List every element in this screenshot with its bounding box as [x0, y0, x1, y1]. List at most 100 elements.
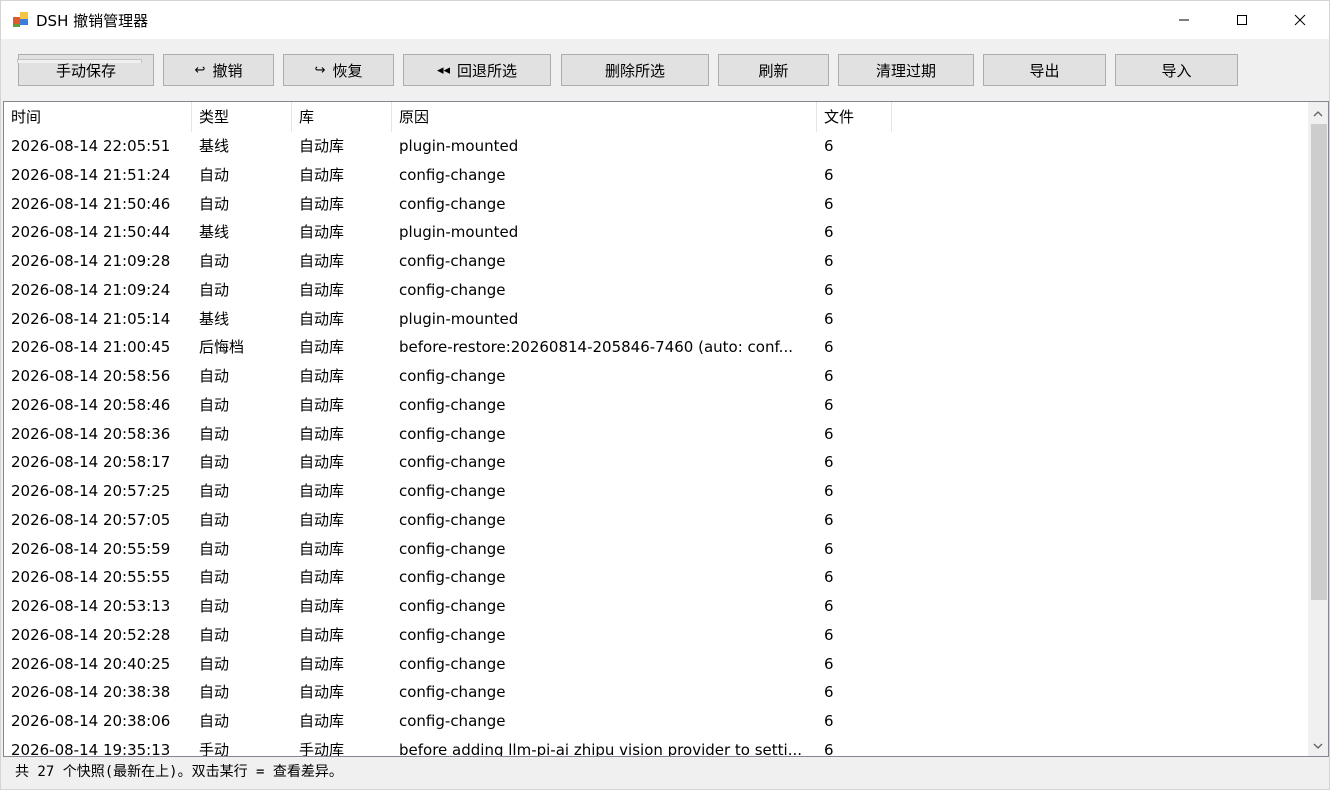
cell-time: 2026-08-14 22:05:51 — [11, 137, 171, 155]
cell-files: 6 — [824, 510, 834, 529]
cell-time: 2026-08-14 21:05:14 — [11, 309, 171, 328]
cell-type: 自动 — [199, 367, 230, 385]
cell-type: 自动 — [199, 194, 230, 213]
table-row[interactable]: 2026-08-14 20:57:25 自动 自动库 config-change 6 — [4, 477, 1308, 506]
delete-selected-button[interactable]: 删除所选 — [561, 54, 709, 86]
rewind-icon: ◂◂ — [436, 62, 451, 78]
cell-reason: config-change — [399, 252, 506, 270]
table-row[interactable]: 2026-08-14 19:35:13 手动 手动库 before adding ll… — [4, 736, 1308, 757]
cell-files: 6 — [824, 309, 834, 328]
table-row[interactable]: 2026-08-14 21:09:28 自动 自动库 config-change 6 — [4, 247, 1308, 276]
redo-button[interactable]: ↪ 恢复 — [283, 54, 394, 86]
table-row[interactable]: 2026-08-14 21:50:46 自动 自动库 config-change 6 — [4, 190, 1308, 219]
cell-time: 2026-08-14 20:58:36 — [11, 424, 171, 443]
table-row[interactable]: 2026-08-14 20:55:55 自动 自动库 config-change 6 — [4, 563, 1308, 592]
cell-type: 自动 — [199, 453, 230, 472]
chevron-up-icon — [1313, 111, 1323, 117]
cell-library: 自动库 — [299, 568, 345, 587]
delete-selected-label: 删除所选 — [604, 61, 665, 80]
import-label: 导入 — [1161, 61, 1192, 80]
cell-reason: config-change — [399, 597, 506, 615]
minimize-button[interactable] — [1155, 1, 1213, 39]
cell-reason: before adding llm-pi-ai zhipu vision pro… — [399, 740, 803, 757]
column-header-type[interactable]: 类型 — [192, 102, 292, 132]
cell-library: 自动库 — [299, 280, 345, 299]
chevron-down-icon — [1313, 743, 1323, 749]
rollback-selected-button[interactable]: ◂◂ 回退所选 — [403, 54, 551, 86]
table-row[interactable]: 2026-08-14 22:05:51 基线 自动库 plugin-mounted 6 — [4, 132, 1308, 161]
table-row[interactable]: 2026-08-14 20:53:13 自动 自动库 config-change 6 — [4, 592, 1308, 621]
cell-type: 基线 — [199, 309, 230, 328]
cell-reason: config-change — [399, 568, 506, 587]
table-row[interactable]: 2026-08-14 21:09:24 自动 自动库 config-change 6 — [4, 276, 1308, 305]
cell-library: 自动库 — [299, 137, 345, 155]
cell-time: 2026-08-14 20:38:38 — [11, 683, 171, 702]
cell-library: 自动库 — [299, 712, 345, 730]
cell-files: 6 — [824, 338, 834, 357]
table-row[interactable]: 2026-08-14 20:55:59 自动 自动库 config-change 6 — [4, 535, 1308, 564]
undo-arrow-icon: ↩ — [194, 62, 206, 78]
scroll-thumb[interactable] — [1311, 124, 1327, 600]
cell-library: 自动库 — [299, 510, 345, 529]
table-row[interactable]: 2026-08-14 20:58:56 自动 自动库 config-change 6 — [4, 362, 1308, 391]
vertical-scrollbar[interactable] — [1308, 102, 1328, 756]
snapshot-list[interactable]: 时间 类型 库 原因 文件 2026-08-14 22:05:51 基线 自动库 pl… — [3, 101, 1329, 757]
table-row[interactable]: 2026-08-14 20:38:06 自动 自动库 config-change 6 — [4, 707, 1308, 736]
cell-files: 6 — [824, 539, 834, 558]
cell-files: 6 — [824, 280, 834, 299]
scroll-down-button[interactable] — [1308, 736, 1328, 756]
table-row[interactable]: 2026-08-14 20:40:25 自动 自动库 config-change 6 — [4, 650, 1308, 679]
cell-time: 2026-08-14 20:52:28 — [11, 625, 171, 644]
table-row[interactable]: 2026-08-14 20:58:17 自动 自动库 config-change 6 — [4, 448, 1308, 477]
clean-expired-button[interactable]: 清理过期 — [838, 54, 974, 86]
column-header-files[interactable]: 文件 — [817, 102, 892, 132]
undo-button[interactable]: ↩ 撤销 — [163, 54, 274, 86]
table-row[interactable]: 2026-08-14 20:52:28 自动 自动库 config-change 6 — [4, 621, 1308, 650]
cell-reason: config-change — [399, 712, 506, 730]
cell-library: 自动库 — [299, 482, 345, 500]
cell-type: 自动 — [199, 510, 230, 529]
toolbar: 手动保存 ↩ 撤销 ↪ 恢复 ◂◂ 回退所选 删除所选 刷新 清理过期 导出 导… — [1, 39, 1329, 100]
cell-files: 6 — [824, 654, 834, 673]
maximize-button[interactable] — [1213, 1, 1271, 39]
table-row[interactable]: 2026-08-14 21:50:44 基线 自动库 plugin-mounted 6 — [4, 218, 1308, 247]
cell-files: 6 — [824, 395, 834, 414]
cell-reason: config-change — [399, 539, 506, 558]
table-row[interactable]: 2026-08-14 21:00:45 后悔档 自动库 before-restore:… — [4, 333, 1308, 362]
cell-library: 自动库 — [299, 367, 345, 385]
table-row[interactable]: 2026-08-14 20:38:38 自动 自动库 config-change 6 — [4, 678, 1308, 707]
cell-time: 2026-08-14 21:50:46 — [11, 194, 171, 213]
cell-files: 6 — [824, 482, 834, 500]
status-bar: 共 27 个快照(最新在上)。双击某行 = 查看差异。 — [15, 764, 343, 780]
table-row[interactable]: 2026-08-14 20:57:05 自动 自动库 config-change 6 — [4, 506, 1308, 535]
rollback-selected-label: 回退所选 — [457, 61, 518, 80]
close-button[interactable] — [1271, 1, 1329, 39]
cell-time: 2026-08-14 21:09:24 — [11, 280, 171, 299]
table-row[interactable]: 2026-08-14 20:58:46 自动 自动库 config-change 6 — [4, 391, 1308, 420]
cell-files: 6 — [824, 223, 834, 242]
column-header-library[interactable]: 库 — [292, 102, 392, 132]
cell-files: 6 — [824, 367, 834, 385]
refresh-button[interactable]: 刷新 — [718, 54, 829, 86]
scroll-up-button[interactable] — [1308, 104, 1328, 124]
table-row[interactable]: 2026-08-14 21:51:24 自动 自动库 config-change 6 — [4, 161, 1308, 190]
table-row[interactable]: 2026-08-14 20:58:36 自动 自动库 config-change 6 — [4, 420, 1308, 449]
cell-files: 6 — [824, 568, 834, 587]
cell-library: 自动库 — [299, 424, 345, 443]
cell-time: 2026-08-14 20:58:56 — [11, 367, 171, 385]
cell-reason: config-change — [399, 424, 506, 443]
import-button[interactable]: 导入 — [1115, 54, 1238, 86]
cell-time: 2026-08-14 20:53:13 — [11, 597, 171, 615]
column-header-reason[interactable]: 原因 — [392, 102, 817, 132]
cell-files: 6 — [824, 137, 834, 155]
export-button[interactable]: 导出 — [983, 54, 1106, 86]
cell-type: 基线 — [199, 223, 230, 242]
cell-reason: config-change — [399, 395, 506, 414]
cell-time: 2026-08-14 20:58:17 — [11, 453, 171, 472]
column-header-time[interactable]: 时间 — [4, 102, 192, 132]
cell-reason: config-change — [399, 280, 506, 299]
redo-arrow-icon: ↪ — [314, 62, 326, 78]
table-row[interactable]: 2026-08-14 21:05:14 基线 自动库 plugin-mounted 6 — [4, 305, 1308, 334]
title-bar[interactable]: DSH 撤销管理器 — [1, 1, 1329, 39]
close-icon — [1294, 14, 1306, 26]
